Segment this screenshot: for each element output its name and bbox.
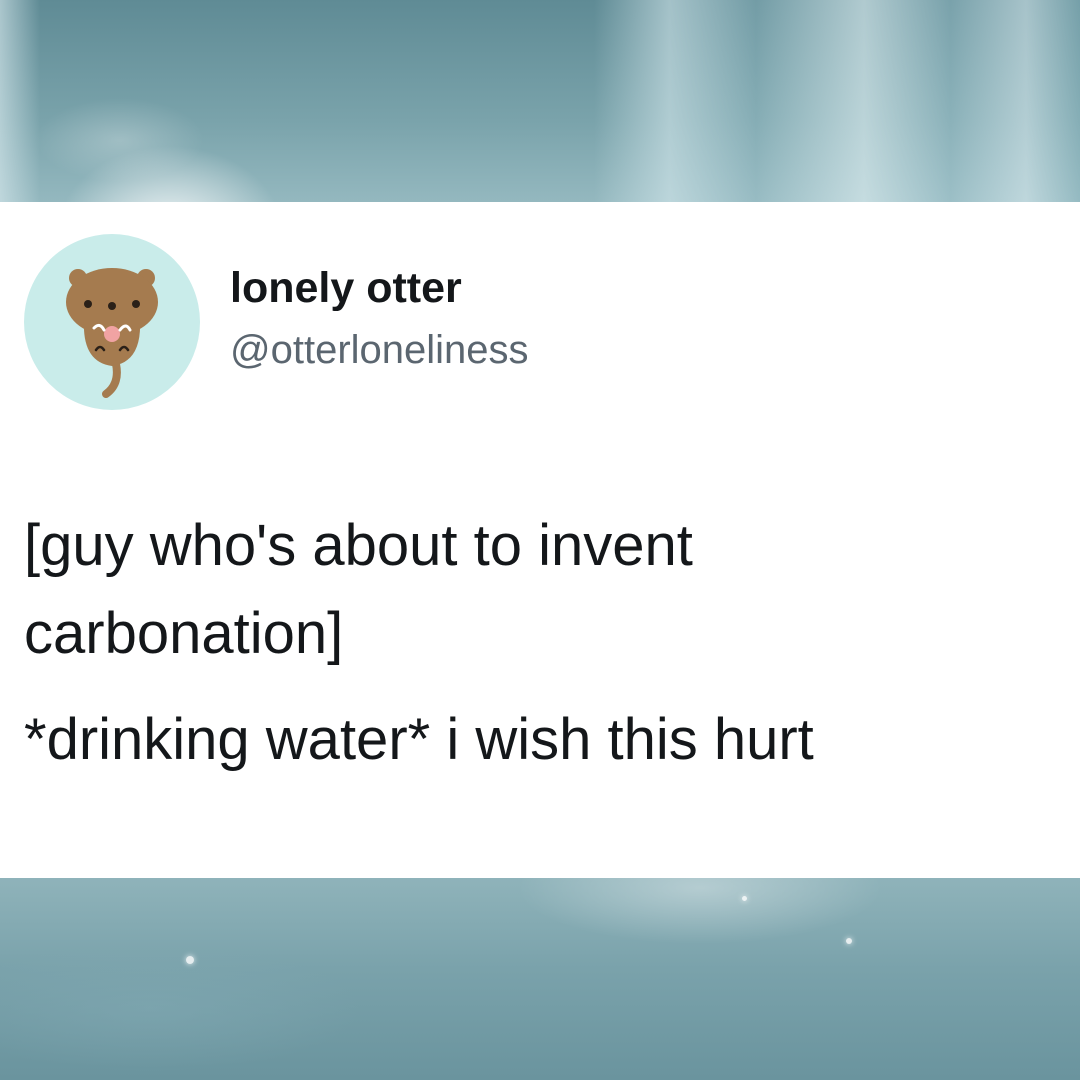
sparkle — [742, 896, 747, 901]
tweet-line: *drinking water* i wish this hurt — [24, 707, 814, 772]
background-top-ice — [0, 0, 1080, 202]
profile-avatar[interactable] — [24, 234, 200, 410]
user-handle[interactable]: @otterloneliness — [230, 328, 529, 373]
screenshot-page: lonely otter @otterloneliness [guy who's… — [0, 0, 1080, 1080]
tweet-line: carbonation] — [24, 601, 344, 666]
background-bottom-ice — [0, 878, 1080, 1080]
tweet-text: [guy who's about to invent carbonation] … — [24, 502, 1054, 784]
display-name[interactable]: lonely otter — [230, 264, 462, 313]
sparkle — [186, 956, 194, 964]
sparkle — [846, 938, 852, 944]
tweet-line: [guy who's about to invent — [24, 513, 693, 578]
otter-avatar-icon — [66, 268, 158, 398]
tweet-card: lonely otter @otterloneliness [guy who's… — [0, 202, 1080, 878]
